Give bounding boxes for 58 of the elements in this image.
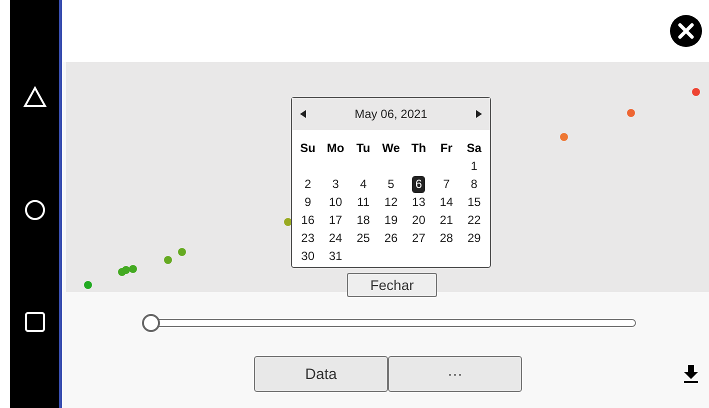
calendar-day[interactable]: 27 [409,230,428,247]
calendar-day[interactable]: 11 [354,194,373,211]
previous-month-button[interactable] [300,110,306,118]
calendar-day[interactable]: 17 [326,212,346,229]
weekday-label: Mo [326,140,346,157]
calendar-day[interactable]: 4 [356,176,370,193]
calendar-day[interactable]: 14 [436,194,456,211]
data-point [178,248,186,256]
calendar-day[interactable]: 7 [440,176,453,193]
calendar-day[interactable]: 13 [409,194,428,211]
square-icon[interactable] [24,312,44,332]
data-point [84,281,92,289]
calendar-day[interactable]: 29 [464,230,484,247]
calendar-day[interactable]: 16 [298,212,318,229]
data-point [692,88,700,96]
triangle-icon[interactable] [22,86,46,108]
calendar-day[interactable]: 26 [381,230,401,247]
weekday-label: Fr [439,140,454,157]
calendar-day[interactable]: 15 [464,194,484,211]
calendar-day[interactable]: 22 [464,212,484,229]
download-button[interactable] [683,365,699,383]
calendar-day[interactable]: 8 [468,176,480,193]
calendar-day[interactable]: 23 [298,230,318,247]
calendar-day[interactable]: 30 [298,248,318,265]
weekday-label: Tu [355,140,372,157]
weekday-label: Su [299,140,317,157]
calendar-day[interactable]: 2 [302,176,314,193]
close-icon[interactable] [669,14,703,48]
weekday-label: Sa [466,140,482,157]
weekday-label: Th [410,140,428,157]
slider-thumb[interactable] [142,314,160,332]
calendar-day[interactable]: 20 [409,212,428,229]
calendar-day[interactable]: 19 [381,212,401,229]
calendar-day[interactable]: 10 [326,194,346,211]
calendar-day[interactable]: 18 [354,212,373,229]
circle-icon[interactable] [24,198,46,221]
calendar-day[interactable]: 25 [354,230,373,247]
data-point [284,218,292,226]
slider[interactable] [142,314,636,332]
close-button[interactable]: Fechar [347,273,437,297]
calendar-day[interactable]: 12 [381,194,401,211]
data-point [627,109,635,117]
weekday-label: We [381,140,401,157]
data-button[interactable]: Data [254,356,388,392]
calendar-title: May 06, 2021 [354,107,428,121]
data-point [560,133,568,141]
calendar-day[interactable]: 3 [329,176,342,193]
more-button[interactable]: ··· [388,356,522,392]
calendar-day[interactable]: 21 [436,212,456,229]
calendar-day[interactable]: 6 [412,176,426,193]
calendar-day[interactable]: 9 [302,194,314,211]
calendar-day[interactable]: 1 [468,158,480,175]
next-month-button[interactable] [476,110,482,118]
data-point [164,256,172,264]
calendar-day[interactable]: 28 [436,230,456,247]
calendar-day[interactable]: 31 [326,248,346,265]
calendar-day[interactable]: 24 [326,230,346,247]
calendar-day[interactable]: 5 [384,176,398,193]
